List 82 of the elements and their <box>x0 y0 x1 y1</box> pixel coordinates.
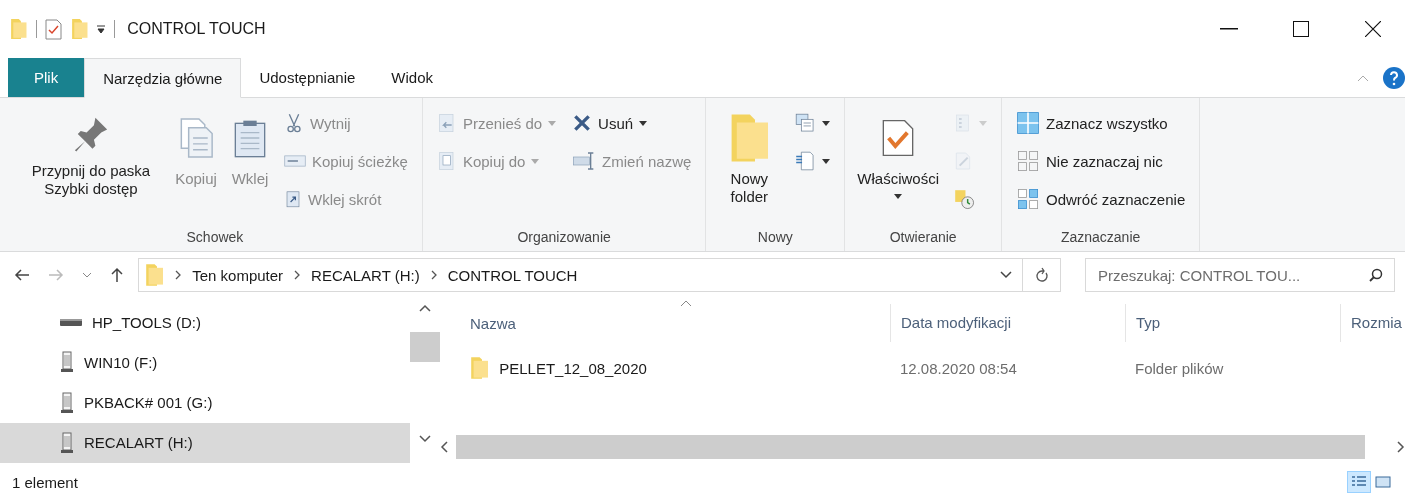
scroll-up-icon[interactable] <box>419 304 431 312</box>
ribbon-button[interactable]: Nowy folder <box>714 106 785 212</box>
ribbon-button[interactable]: Właściwości <box>853 106 943 205</box>
ribbon-button[interactable]: Nie zaznaczaj nic <box>1010 144 1192 178</box>
folder-icon <box>10 18 28 40</box>
dropdown-icon[interactable] <box>1000 271 1012 279</box>
window-title: CONTROL TOUCH <box>127 20 267 38</box>
status-text: 1 element <box>12 473 79 491</box>
ribbon-button[interactable]: Usuń <box>566 106 698 140</box>
invert-selection-icon <box>1016 187 1040 211</box>
folder-icon <box>70 18 89 40</box>
scrollbar-thumb[interactable] <box>410 332 440 362</box>
ribbon-button[interactable]: Zaznacz wszystko <box>1010 106 1192 140</box>
column-header[interactable]: Nazwa <box>460 314 890 332</box>
shortcut-icon <box>284 189 302 209</box>
path-icon <box>284 154 306 168</box>
ribbon-tab[interactable]: Udostępnianie <box>241 58 374 97</box>
chevron-icon <box>293 270 302 280</box>
table-cell-text: Folder plików <box>1134 359 1225 377</box>
picture-frame-icon <box>1375 475 1391 489</box>
breadcrumb[interactable]: CONTROL TOUCH <box>447 266 578 284</box>
folder-icon <box>145 263 165 287</box>
nav-item-label: HP_TOOLS (D:) <box>92 313 201 331</box>
table-cell-text: 12.08.2020 08:54 <box>899 359 1018 377</box>
column-header[interactable]: Rozmia <box>1340 304 1405 342</box>
history-icon <box>953 188 975 210</box>
search-icon <box>1369 268 1383 282</box>
dropdown-icon[interactable] <box>96 24 107 34</box>
close-icon <box>1365 21 1381 37</box>
usb-drive-icon <box>60 391 74 414</box>
help-icon[interactable] <box>1383 66 1405 89</box>
search-field[interactable]: Przeszukaj: CONTROL TOU... <box>1085 258 1395 292</box>
minimize-icon <box>1220 28 1238 30</box>
ribbon-button[interactable]: Odwróć zaznaczenie <box>1010 182 1192 216</box>
maximize-icon <box>1293 21 1309 37</box>
properties-icon[interactable] <box>44 18 63 40</box>
usb-drive-icon <box>60 351 74 374</box>
details-icon <box>1351 475 1367 489</box>
ribbon-tab[interactable]: Widok <box>373 58 451 97</box>
ribbon-tab[interactable]: Plik <box>8 58 85 97</box>
breadcrumb[interactable]: RECALART (H:) <box>311 266 420 284</box>
nav-item[interactable]: HP_TOOLS (D:) <box>0 302 410 343</box>
group-label: Nowy <box>756 229 794 245</box>
group-label: Schowek <box>185 229 245 245</box>
scroll-left-icon[interactable] <box>440 441 448 453</box>
breadcrumb[interactable]: Ten komputer <box>192 266 284 284</box>
sort-caret-icon <box>680 300 692 307</box>
nav-item-label: PKBACK# 001 (G:) <box>84 394 213 412</box>
nav-item[interactable]: WIN10 (F:) <box>0 342 410 383</box>
new-item-icon <box>794 112 817 134</box>
group-label: Organizowanie <box>516 229 612 245</box>
scroll-right-icon[interactable] <box>1397 441 1405 453</box>
file-name-cell[interactable]: PELLET_12_08_2020 <box>460 356 890 380</box>
copy-to-icon <box>436 150 457 172</box>
group-label: Zaznaczanie <box>1059 229 1142 245</box>
column-header[interactable]: Typ <box>1125 304 1340 342</box>
scrollbar-thumb[interactable] <box>456 435 1365 459</box>
nav-item-label: RECALART (H:) <box>84 434 193 452</box>
scissors-icon <box>284 112 304 134</box>
group-label: Otwieranie <box>888 229 958 245</box>
easy-access-icon <box>794 150 817 172</box>
nav-item[interactable]: PKBACK# 001 (G:) <box>0 382 410 423</box>
move-icon <box>436 112 457 134</box>
nav-item[interactable]: RECALART (H:) <box>0 422 410 463</box>
select-all-icon <box>1016 111 1040 135</box>
select-none-icon <box>1016 149 1040 173</box>
chevron-icon <box>174 270 183 280</box>
column-header[interactable]: Data modyfikacji <box>890 304 1125 342</box>
edit-icon <box>953 150 973 172</box>
refresh-icon <box>1034 267 1049 283</box>
ribbon-button[interactable]: Przypnij do paska Szybki dostęp <box>16 106 166 204</box>
usb-drive-icon <box>60 431 74 454</box>
nav-item-label: WIN10 (F:) <box>84 353 158 371</box>
folder-icon <box>470 356 490 380</box>
address-bar[interactable]: Ten komputer RECALART (H:) CONTROL TOUCH <box>138 258 1061 292</box>
chevron-icon <box>429 270 438 280</box>
drive-icon <box>60 317 82 328</box>
x-icon <box>572 113 593 133</box>
details-view-button[interactable] <box>1347 471 1371 493</box>
scroll-down-icon[interactable] <box>419 435 431 443</box>
ribbon-tab[interactable]: Narzędzia główne <box>84 58 242 98</box>
collapse-icon[interactable] <box>1357 73 1369 82</box>
